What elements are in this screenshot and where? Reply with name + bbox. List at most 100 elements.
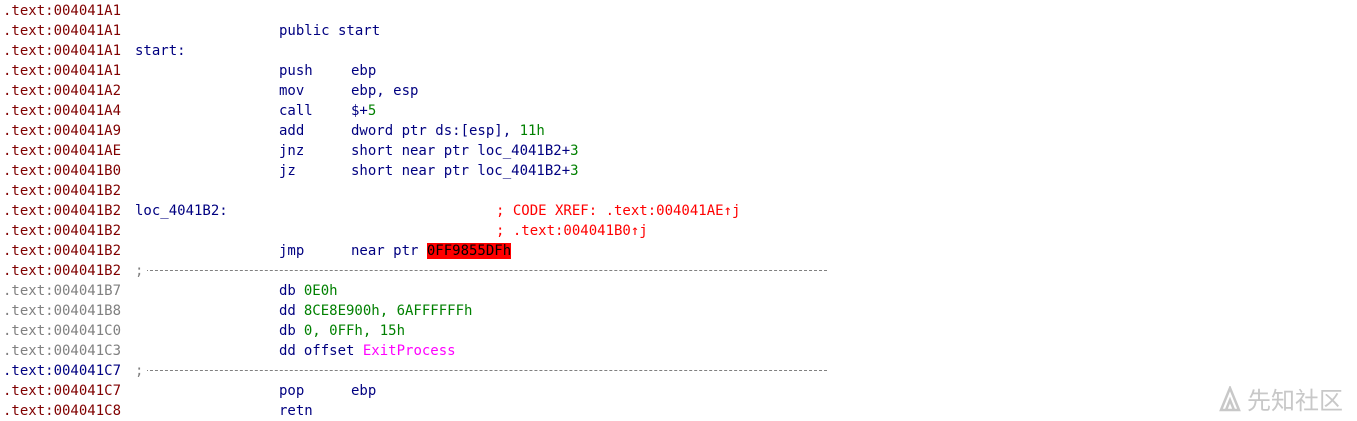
address[interactable]: .text:004041B2 xyxy=(3,201,133,221)
xianzhi-logo-icon xyxy=(1219,385,1241,412)
address[interactable]: .text:004041A2 xyxy=(3,81,133,101)
directive: public start xyxy=(279,23,381,39)
instruction[interactable]: jmp near ptr 0FF9855DFh xyxy=(279,241,512,261)
operand[interactable]: ebp xyxy=(351,63,376,79)
disassembly-listing[interactable]: .text:004041A1 .text:004041A1 public start… xyxy=(3,1,827,421)
mnemonic: retn xyxy=(279,403,313,419)
operand[interactable]: dword ptr ds:[esp], xyxy=(351,123,520,139)
listing-line[interactable]: .text:004041C8 retn xyxy=(3,401,313,421)
instruction[interactable]: retn xyxy=(279,401,351,421)
watermark: 先知社区 xyxy=(1219,381,1343,416)
address[interactable]: .text:004041A1 xyxy=(3,1,133,21)
listing-line[interactable]: .text:004041B2 ; .text:004041B0↑j xyxy=(3,221,648,241)
address[interactable]: .text:004041B0 xyxy=(3,161,133,181)
listing-line[interactable]: .text:004041A1 push ebp xyxy=(3,61,376,81)
address[interactable]: .text:004041A4 xyxy=(3,101,133,121)
address[interactable]: .text:004041B2 xyxy=(3,221,133,241)
mnemonic: push xyxy=(279,63,313,79)
address[interactable]: .text:004041C8 xyxy=(3,401,133,421)
numeric-operand[interactable]: 5 xyxy=(368,103,376,119)
instruction[interactable]: mov ebp, esp xyxy=(279,81,418,101)
code-label[interactable]: start: xyxy=(135,41,186,61)
numeric-operand[interactable]: 0, 0FFh, 15h xyxy=(304,323,405,339)
instruction[interactable]: jz short near ptr loc_4041B2+3 xyxy=(279,161,579,181)
mnemonic: dd xyxy=(279,303,296,319)
mnemonic: db xyxy=(279,323,296,339)
numeric-operand[interactable]: 0E0h xyxy=(304,283,338,299)
instruction[interactable]: call $+5 xyxy=(279,101,376,121)
listing-line[interactable]: .text:004041A4 call $+5 xyxy=(3,101,376,121)
operand[interactable]: near ptr xyxy=(351,243,427,259)
listing-line[interactable]: .text:004041A1 start: xyxy=(3,41,186,61)
listing-line[interactable]: .text:004041B2 jmp near ptr 0FF9855DFh xyxy=(3,241,512,261)
listing-line[interactable]: .text:004041A2 mov ebp, esp xyxy=(3,81,418,101)
highlighted-operand[interactable]: 0FF9855DFh xyxy=(426,243,512,259)
separator-line xyxy=(135,370,827,371)
mnemonic: jnz xyxy=(279,143,305,159)
mnemonic: mov xyxy=(279,83,305,99)
operand[interactable]: offset xyxy=(304,343,363,359)
listing-line[interactable]: .text:004041AE jnz short near ptr loc_4041… xyxy=(3,141,579,161)
operand[interactable]: $+ xyxy=(351,103,368,119)
address[interactable]: .text:004041A1 xyxy=(3,61,133,81)
mnemonic: jmp xyxy=(279,243,305,259)
numeric-operand[interactable]: 11h xyxy=(520,123,545,139)
separator-semicolon: ; xyxy=(135,261,148,281)
import-name[interactable]: ExitProcess xyxy=(363,343,456,359)
listing-line[interactable]: .text:004041B2 loc_4041B2: ; CODE XREF: .t… xyxy=(3,201,740,221)
instruction[interactable]: db 0, 0FFh, 15h xyxy=(279,321,405,341)
operand[interactable]: short near ptr loc_4041B2+ xyxy=(351,163,570,179)
code-label[interactable]: loc_4041B2: xyxy=(135,201,228,221)
address[interactable]: .text:004041AE xyxy=(3,141,133,161)
separator-line xyxy=(135,270,827,271)
mnemonic: db xyxy=(279,283,296,299)
watermark-text: 先知社区 xyxy=(1247,387,1343,415)
listing-line[interactable]: .text:004041C0 db 0, 0FFh, 15h xyxy=(3,321,405,341)
address[interactable]: .text:004041C0 xyxy=(3,321,133,341)
listing-line[interactable]: .text:004041B2; xyxy=(3,261,827,281)
numeric-operand[interactable]: 3 xyxy=(570,163,578,179)
listing-line[interactable]: .text:004041A1 xyxy=(3,1,133,21)
instruction[interactable]: add dword ptr ds:[esp], 11h xyxy=(279,121,545,141)
listing-line[interactable]: .text:004041B0 jz short near ptr loc_4041B… xyxy=(3,161,579,181)
instruction[interactable]: jnz short near ptr loc_4041B2+3 xyxy=(279,141,579,161)
listing-line[interactable]: .text:004041B8 dd 8CE8E900h, 6AFFFFFFh xyxy=(3,301,472,321)
listing-line[interactable]: .text:004041B7 db 0E0h xyxy=(3,281,338,301)
listing-line[interactable]: .text:004041A9 add dword ptr ds:[esp], 11h xyxy=(3,121,545,141)
address[interactable]: .text:004041B2 xyxy=(3,261,133,281)
address[interactable]: .text:004041B7 xyxy=(3,281,133,301)
numeric-operand[interactable]: 3 xyxy=(570,143,578,159)
mnemonic: pop xyxy=(279,383,305,399)
mnemonic: jz xyxy=(279,163,296,179)
xref-comment[interactable]: ; CODE XREF: .text:004041AE↑j xyxy=(496,201,740,221)
mnemonic: dd xyxy=(279,343,296,359)
address[interactable]: .text:004041A1 xyxy=(3,21,133,41)
address[interactable]: .text:004041A9 xyxy=(3,121,133,141)
address[interactable]: .text:004041C3 xyxy=(3,341,133,361)
address[interactable]: .text:004041B8 xyxy=(3,301,133,321)
instruction[interactable]: dd 8CE8E900h, 6AFFFFFFh xyxy=(279,301,472,321)
numeric-operand[interactable]: 8CE8E900h, 6AFFFFFFh xyxy=(304,303,473,319)
address[interactable]: .text:004041C7 xyxy=(3,361,133,381)
instruction[interactable]: dd offset ExitProcess xyxy=(279,341,456,361)
listing-line[interactable]: .text:004041B2 xyxy=(3,181,133,201)
address[interactable]: .text:004041B2 xyxy=(3,181,133,201)
mnemonic: add xyxy=(279,123,305,139)
mnemonic: call xyxy=(279,103,313,119)
address[interactable]: .text:004041C7 xyxy=(3,381,133,401)
instruction[interactable]: pop ebp xyxy=(279,381,376,401)
instruction[interactable]: push ebp xyxy=(279,61,376,81)
instruction[interactable]: db 0E0h xyxy=(279,281,338,301)
listing-line[interactable]: .text:004041A1 public start xyxy=(3,21,380,41)
operand[interactable]: ebp, esp xyxy=(351,83,418,99)
operand[interactable]: ebp xyxy=(351,383,376,399)
instruction[interactable]: public start xyxy=(279,21,380,41)
operand[interactable]: short near ptr loc_4041B2+ xyxy=(351,143,570,159)
address[interactable]: .text:004041A1 xyxy=(3,41,133,61)
address[interactable]: .text:004041B2 xyxy=(3,241,133,261)
separator-semicolon: ; xyxy=(135,361,148,381)
xref-comment[interactable]: ; .text:004041B0↑j xyxy=(496,221,648,241)
listing-line[interactable]: .text:004041C7 pop ebp xyxy=(3,381,376,401)
listing-line[interactable]: .text:004041C3 dd offset ExitProcess xyxy=(3,341,456,361)
listing-line[interactable]: .text:004041C7; xyxy=(3,361,827,381)
